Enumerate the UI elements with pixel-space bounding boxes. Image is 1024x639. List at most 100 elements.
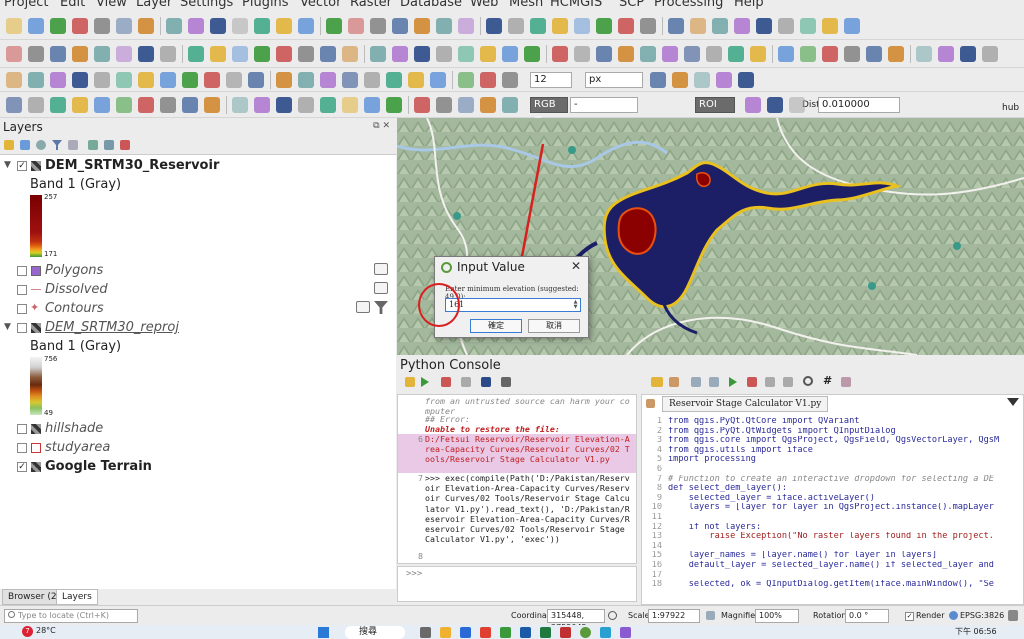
toolbar-tool-icon[interactable] [298,46,314,62]
toolbar-tool-icon[interactable] [414,46,430,62]
scale-field[interactable]: 1:97922 [648,609,700,623]
layer-item-hillshade[interactable]: hillshade [0,419,396,438]
layer-visibility-checkbox[interactable] [17,266,27,276]
toolbar-tool-icon[interactable] [502,72,518,88]
tab-layers[interactable]: Layers [56,589,98,605]
run-command-icon[interactable] [421,377,429,387]
toolbar-tool-icon[interactable] [72,97,88,113]
locate-search-input[interactable]: Type to locate (Ctrl+K) [4,609,138,623]
menu-item-edit[interactable]: Edit [60,0,85,10]
code-line[interactable]: 9 selected_layer = iface.activeLayer() [642,494,1023,504]
menu-item-database[interactable]: Database [400,0,462,10]
code-line[interactable]: 10 layers = [layer for layer in QgsProje… [642,503,1023,513]
toolbar-tool-icon[interactable] [232,18,248,34]
toolbar-tool-icon[interactable] [916,46,932,62]
toolbar-tool-icon[interactable] [822,18,838,34]
script-editor[interactable]: Reservoir Stage Calculator V1.py 1 from q… [641,394,1024,605]
toolbar-tool-icon[interactable] [552,18,568,34]
expand-all-icon[interactable] [88,140,98,150]
toolbar-tool-icon[interactable] [574,46,590,62]
toolbar-tool-icon[interactable] [480,72,496,88]
filter-icon[interactable] [52,140,62,150]
toolbar-tool-icon[interactable] [458,18,474,34]
memory-layer-icon[interactable] [374,263,388,275]
toolbar-tool-icon[interactable] [254,46,270,62]
code-line[interactable]: 4 from qgis.utils import iface [642,446,1023,456]
menu-item-mesh[interactable]: Mesh [509,0,543,10]
show-editor-icon[interactable] [441,377,451,387]
toolbar-tool-icon[interactable] [6,97,22,113]
layer-item-dissolved[interactable]: Dissolved [0,280,396,299]
options-icon[interactable] [461,377,471,387]
menu-item-view[interactable]: View [96,0,127,10]
taskbar-app-icon[interactable] [560,627,571,638]
toolbar-tool-icon[interactable] [160,72,176,88]
toolbar-tool-icon[interactable] [408,72,424,88]
layer-visibility-checkbox[interactable] [17,323,27,333]
lock-scale-icon[interactable] [706,611,715,620]
code-line[interactable]: 1 from qgis.PyQt.QtCore import QVariant [642,417,1023,427]
expand-arrow-icon[interactable]: ▼ [4,318,11,337]
taskbar-search[interactable]: 搜尋 [345,626,405,639]
toolbar-tool-icon[interactable] [232,46,248,62]
toolbar-tool-icon[interactable] [6,46,22,62]
add-group-icon[interactable] [20,140,30,150]
toolbar-tool-icon[interactable] [778,18,794,34]
toolbar-tool-icon[interactable] [226,72,242,88]
code-line[interactable]: 7 # Function to create an interactive dro… [642,475,1023,485]
toolbar-tool-icon[interactable] [436,97,452,113]
toolbar-tool-icon[interactable] [414,18,430,34]
taskbar-qgis-icon[interactable] [580,627,591,638]
toolbar-tool-icon[interactable] [94,18,110,34]
code-line[interactable]: 18 selected, ok = QInputDialog.getItem(i… [642,580,1023,590]
layer-visibility-checkbox[interactable] [17,285,27,295]
toolbar-tool-icon[interactable] [386,97,402,113]
clear-console-icon[interactable] [405,377,415,387]
code-line[interactable]: 17 [642,571,1023,581]
toolbar-tool-icon[interactable] [596,46,612,62]
menu-item-help[interactable]: Help [734,0,764,10]
toolbar-tool-icon[interactable] [138,46,154,62]
toolbar-tool-icon[interactable] [596,18,612,34]
toolbar-tool-icon[interactable] [182,97,198,113]
toolbar-tool-icon[interactable] [866,46,882,62]
toolbar-tool-icon[interactable] [392,46,408,62]
menu-item-layer[interactable]: Layer [136,0,172,10]
toolbar-tool-icon[interactable] [712,18,728,34]
taskbar-app-icon[interactable] [420,627,431,638]
weather-badge[interactable]: 7 [22,626,33,637]
memory-layer-icon[interactable] [374,282,388,294]
comment-icon[interactable]: # [823,374,832,387]
toolbar-tool-icon[interactable] [6,72,22,88]
toolbar-tool-icon[interactable] [574,18,590,34]
toolbar-tool-icon[interactable] [789,97,805,113]
save-icon[interactable] [691,377,701,387]
code-line[interactable]: 13 raise Exception("No raster layers fou… [642,532,1023,542]
toolbar-tool-icon[interactable] [72,46,88,62]
crs-label[interactable]: EPSG:3826 [960,609,1004,623]
toolbar-tool-icon[interactable] [486,18,502,34]
open-layer-styling-icon[interactable] [4,140,14,150]
layer-visibility-checkbox[interactable] [17,424,27,434]
toolbar-tool-icon[interactable] [756,18,772,34]
clock-time[interactable]: 下午 06:56 [955,626,997,637]
copy-icon[interactable] [765,377,775,387]
messages-icon[interactable] [1008,610,1018,621]
run-script-icon[interactable] [729,377,737,387]
toolbar-tool-icon[interactable] [94,97,110,113]
layer-visibility-checkbox[interactable]: ✓ [17,462,27,472]
toolbar-tool-icon[interactable] [778,46,794,62]
toolbar-tool-icon[interactable] [844,18,860,34]
snap-tolerance-input[interactable]: 12 [530,72,572,88]
toolbar-tool-icon[interactable] [204,97,220,113]
toolbar-tool-icon[interactable] [160,46,176,62]
toolbar-tool-icon[interactable] [342,97,358,113]
find-icon[interactable] [803,376,813,386]
taskbar-app-icon[interactable] [600,627,611,638]
toolbar-tool-icon[interactable] [618,18,634,34]
toolbar-tool-icon[interactable] [248,72,264,88]
toolbar-tool-icon[interactable] [188,18,204,34]
toolbar-tool-icon[interactable] [320,46,336,62]
cancel-button[interactable]: 取消 [528,319,580,333]
code-area[interactable]: 1 from qgis.PyQt.QtCore import QVariant 2 f… [642,417,1023,590]
